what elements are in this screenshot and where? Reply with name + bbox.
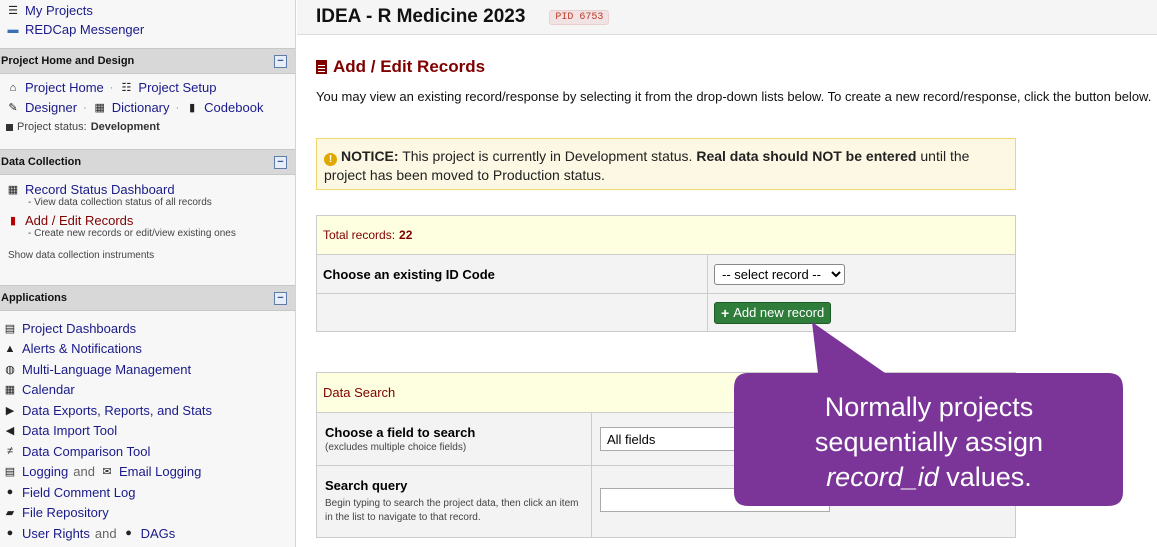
document-icon: ▮ <box>9 215 17 227</box>
sidebar-app-data-import[interactable]: ◀ Data Import Tool <box>3 421 212 442</box>
development-notice: ! NOTICE: This project is currently in De… <box>316 138 1016 190</box>
chat-icon: ▬ <box>7 23 19 36</box>
sidebar-link-add-edit-records[interactable]: ▮ Add / Edit Records <box>6 213 236 228</box>
sidebar-app-data-exports[interactable]: ▶ Data Exports, Reports, and Stats <box>3 400 212 421</box>
add-edit-description: - Create new records or edit/view existi… <box>28 228 236 239</box>
collapse-icon[interactable]: − <box>274 156 287 169</box>
show-instruments-link[interactable]: Show data collection instruments <box>8 250 236 261</box>
section-header-label: Data Collection <box>1 156 82 168</box>
not-equal-icon: ≠ <box>6 445 14 458</box>
choose-id-row: Choose an existing ID Code -- select rec… <box>317 254 1015 293</box>
callout-text: Normally projects sequentially assign re… <box>814 392 1044 492</box>
sidebar-link-project-home[interactable]: Project Home <box>25 80 104 95</box>
record-status-description: - View data collection status of all rec… <box>28 197 212 208</box>
project-title: IDEA - R Medicine 2023 <box>316 6 526 27</box>
add-new-record-button[interactable]: + Add new record <box>714 301 832 324</box>
home-icon: ⌂ <box>9 81 17 94</box>
sidebar-app-alerts[interactable]: ▲ Alerts & Notifications <box>3 339 212 360</box>
sidebar-link-codebook[interactable]: Codebook <box>204 100 263 115</box>
section-header-label: Project Home and Design <box>1 55 135 67</box>
grid-icon: ▦ <box>7 184 19 196</box>
pid-badge: PID 6753 <box>549 9 610 25</box>
section-header-applications: Applications − <box>0 285 295 311</box>
choose-field-sub: (excludes multiple choice fields) <box>325 442 467 453</box>
sidebar-link-record-status[interactable]: ▦ Record Status Dashboard <box>6 182 236 197</box>
section-header-project-home: Project Home and Design − <box>0 48 295 74</box>
sidebar-link-label: My Projects <box>25 3 93 18</box>
warning-icon: ! <box>324 153 337 166</box>
sidebar-link-dictionary[interactable]: Dictionary <box>112 100 170 115</box>
excel-icon: ▦ <box>94 102 105 114</box>
page-title: Add / Edit Records <box>316 57 485 77</box>
bell-icon: ▲ <box>4 342 16 355</box>
log-icon: ▤ <box>4 466 16 479</box>
sidebar-app-multi-language[interactable]: ◍ Multi-Language Management <box>3 359 212 380</box>
folder-icon: ▰ <box>5 507 15 520</box>
sidebar-link-messenger[interactable]: ▬ REDCap Messenger <box>6 22 145 37</box>
intro-text: You may view an existing record/response… <box>316 89 1152 104</box>
sidebar-app-field-comment-log[interactable]: ● Field Comment Log <box>3 482 212 503</box>
status-square-icon <box>6 123 13 131</box>
sidebar-app-email-logging[interactable]: Email Logging <box>119 464 201 479</box>
choose-id-label: Choose an existing ID Code <box>317 255 708 293</box>
project-header: IDEA - R Medicine 2023 PID 6753 <box>297 0 1157 35</box>
sidebar-app-data-comparison[interactable]: ≠ Data Comparison Tool <box>3 441 212 462</box>
sidebar-app-file-repository[interactable]: ▰ File Repository <box>3 503 212 524</box>
select-record-dropdown[interactable]: -- select record -- <box>714 263 845 285</box>
users-icon: ● <box>125 527 132 540</box>
user-icon: ● <box>6 527 14 540</box>
collapse-icon[interactable]: − <box>274 292 287 305</box>
document-icon <box>316 60 327 74</box>
project-status: Project status: Development <box>6 121 263 133</box>
sidebar-app-logging[interactable]: Logging <box>22 464 68 479</box>
search-query-label: Search query <box>325 478 408 493</box>
left-sidebar: ☰ My Projects ▬ REDCap Messenger Project… <box>0 0 296 547</box>
email-log-icon: ✉ <box>102 466 112 479</box>
add-record-row: + Add new record <box>317 293 1015 331</box>
book-icon: ▮ <box>189 102 196 114</box>
sidebar-link-project-setup[interactable]: Project Setup <box>138 80 216 95</box>
total-records-count: 22 <box>399 228 413 242</box>
checklist-icon: ☷ <box>121 82 132 94</box>
search-query-sub: Begin typing to search the project data,… <box>325 498 579 523</box>
section-header-label: Applications <box>1 292 68 304</box>
records-table: Total records: 22 Choose an existing ID … <box>316 215 1016 332</box>
section-header-data-collection: Data Collection − <box>0 149 295 175</box>
choose-field-label: Choose a field to search <box>325 425 476 440</box>
sidebar-link-designer[interactable]: Designer <box>25 100 77 115</box>
project-status-value: Development <box>90 121 160 133</box>
plus-icon: + <box>721 304 730 321</box>
total-records-row: Total records: 22 <box>317 216 1015 254</box>
sidebar-link-my-projects[interactable]: ☰ My Projects <box>6 3 144 18</box>
dashboard-icon: ▤ <box>4 322 16 335</box>
sidebar-link-label: REDCap Messenger <box>25 22 145 37</box>
sidebar-app-user-rights[interactable]: User Rights <box>22 526 90 541</box>
edit-icon: ✎ <box>8 102 18 114</box>
import-icon: ◀ <box>5 425 15 438</box>
sidebar-app-dags[interactable]: DAGs <box>141 526 176 541</box>
comments-icon: ● <box>6 486 14 499</box>
collapse-icon[interactable]: − <box>274 55 287 68</box>
list-icon: ☰ <box>8 5 18 17</box>
sidebar-app-project-dashboards[interactable]: ▤ Project Dashboards <box>3 318 212 339</box>
sidebar-app-calendar[interactable]: ▦ Calendar <box>3 380 212 401</box>
globe-icon: ◍ <box>5 363 15 376</box>
export-icon: ▶ <box>5 404 15 417</box>
calendar-icon: ▦ <box>4 384 16 397</box>
